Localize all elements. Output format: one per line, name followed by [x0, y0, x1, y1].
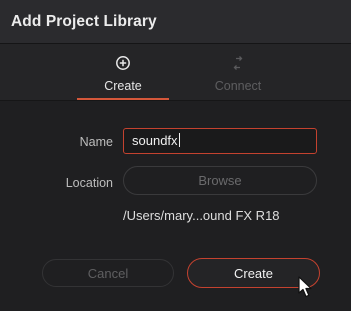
- name-label: Name: [79, 135, 113, 149]
- name-input-value: soundfx: [132, 133, 178, 148]
- plus-circle-icon: [75, 55, 171, 71]
- location-path: /Users/mary...ound FX R18: [123, 208, 280, 223]
- dialog-titlebar: Add Project Library: [0, 0, 351, 44]
- location-label: Location: [65, 176, 113, 190]
- dialog-title: Add Project Library: [11, 13, 157, 30]
- active-tab-indicator: [77, 98, 169, 100]
- tab-create-label: Create: [104, 79, 142, 93]
- tab-connect[interactable]: Connect: [190, 44, 286, 101]
- mode-tabs: Create Connect: [0, 44, 351, 101]
- mouse-pointer-icon: [297, 276, 317, 300]
- tab-connect-label: Connect: [214, 79, 262, 93]
- cancel-button[interactable]: Cancel: [42, 259, 174, 287]
- text-caret: [178, 133, 180, 147]
- tab-create[interactable]: Create: [75, 44, 171, 101]
- browse-button[interactable]: Browse: [123, 166, 317, 195]
- add-project-library-dialog: Add Project Library Create Connect Name …: [0, 0, 351, 311]
- name-input[interactable]: soundfx: [123, 128, 317, 154]
- connect-arrows-icon: [190, 55, 286, 71]
